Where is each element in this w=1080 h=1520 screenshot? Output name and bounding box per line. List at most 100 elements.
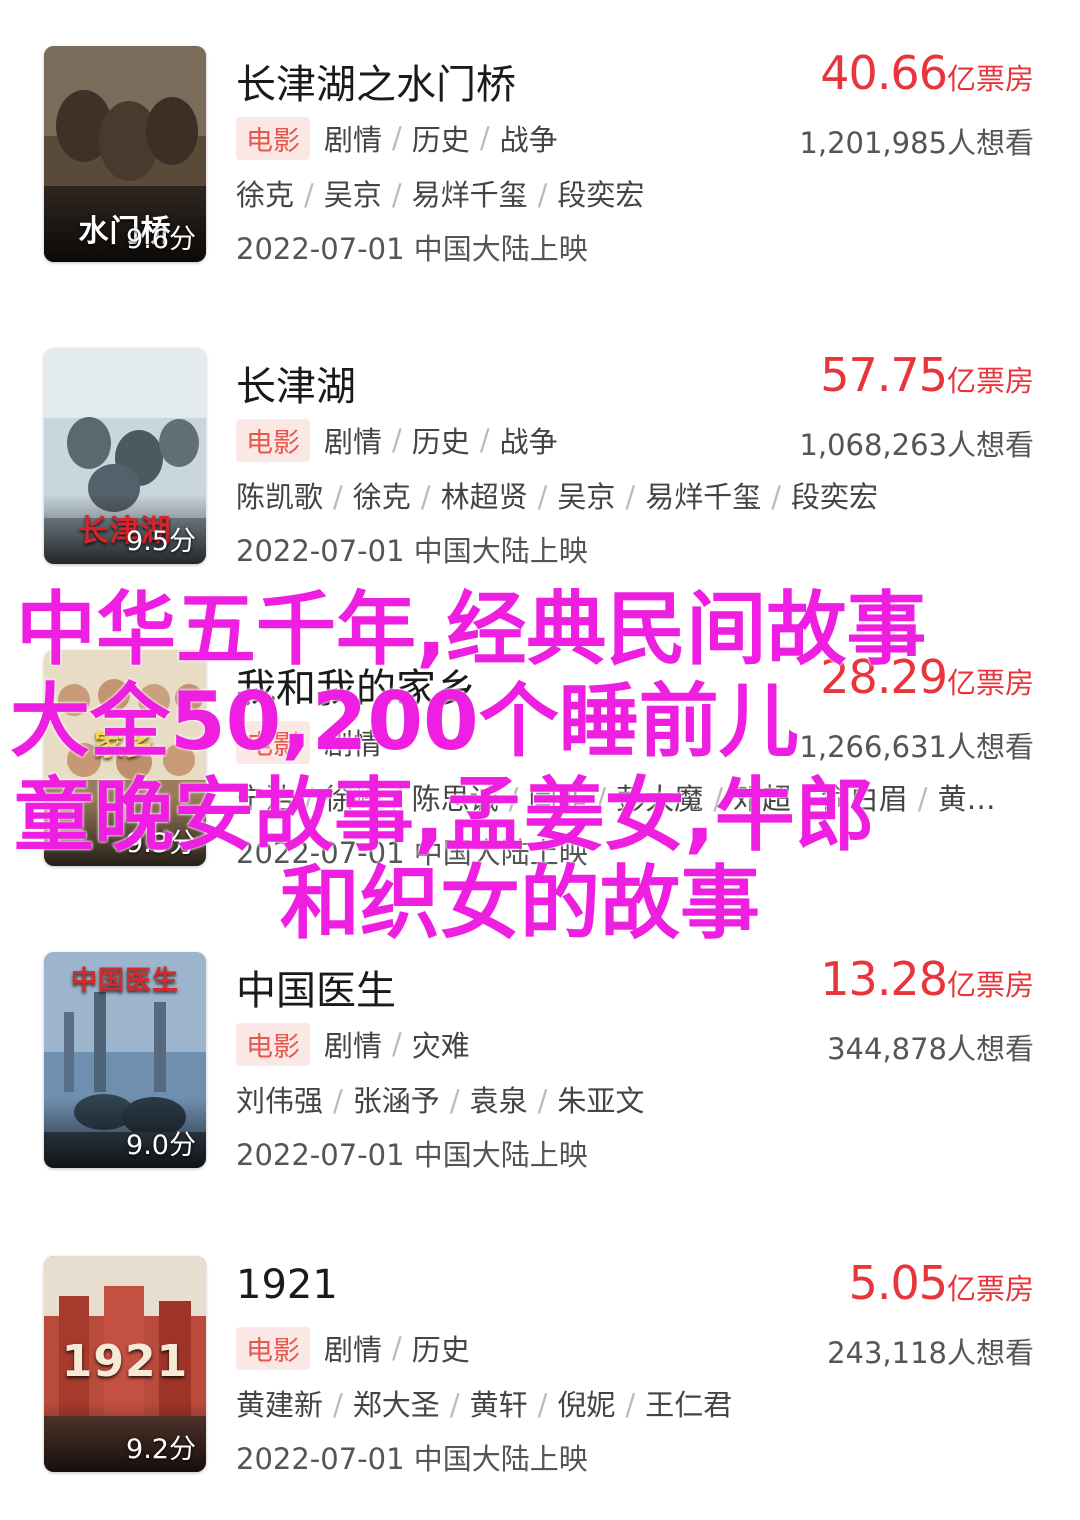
separator: /	[392, 423, 402, 457]
genre-line: 电影 剧情 / 历史 / 战争	[236, 116, 558, 160]
separator: /	[449, 1388, 460, 1422]
poster-title-text: 1921	[61, 1336, 189, 1387]
movie-poster[interactable]: 家乡 9.3分	[44, 650, 206, 866]
cast-member: 徐克	[352, 480, 411, 514]
movie-list: 水门桥 9.6分 长津湖之水门桥 40.66亿票房 电影 剧情 / 历史 / 战争 1,…	[0, 0, 1080, 1520]
cast-line: 宁浩 / 徐峥 / 陈思诚 / 闫非 / 彭大魔 / 邓超 / 俞白眉 / 黄…	[236, 776, 996, 818]
movie-title[interactable]: 我和我的家乡	[236, 656, 476, 714]
cast-member: 段奕宏	[557, 178, 645, 212]
cast-member: 刘伟强	[236, 1084, 324, 1118]
want-count: 1,201,985人想看	[799, 126, 1034, 160]
cast-member: 吴京	[557, 480, 616, 514]
separator: /	[333, 1388, 343, 1422]
movie-poster[interactable]: 长津湖 9.5分	[44, 348, 206, 564]
cast-member: 易烊千玺	[645, 480, 762, 514]
category-tag: 电影	[236, 720, 310, 764]
movie-poster[interactable]: 水门桥 9.6分	[44, 46, 206, 262]
genre: 灾难	[411, 1029, 470, 1063]
cast-member: 段奕宏	[790, 480, 878, 514]
genre: 剧情	[324, 727, 383, 761]
genre: 剧情	[324, 1029, 383, 1063]
boxoffice: 57.75亿票房	[820, 348, 1034, 402]
movie-card[interactable]: 水门桥 9.6分 长津湖之水门桥 40.66亿票房 电影 剧情 / 历史 / 战争 1,…	[0, 46, 1080, 276]
separator: /	[537, 480, 548, 514]
separator: /	[537, 1084, 548, 1118]
separator: /	[304, 782, 314, 816]
rating-score: 9.2分	[126, 1434, 196, 1465]
movie-title[interactable]: 长津湖之水门桥	[236, 52, 516, 110]
separator: /	[333, 1084, 343, 1118]
rating-score: 9.3分	[126, 828, 196, 859]
category-tag: 电影	[236, 1326, 310, 1370]
rating-score: 9.0分	[126, 1130, 196, 1161]
genre: 剧情	[324, 1333, 383, 1367]
genre-line: 电影 剧情 / 历史 / 战争	[236, 418, 558, 462]
separator: /	[508, 782, 519, 816]
cast-member: 吴京	[323, 178, 382, 212]
genre: 历史	[411, 123, 470, 157]
genre: 剧情	[324, 123, 383, 157]
want-count: 1,068,263人想看	[799, 428, 1034, 462]
cast-member: 陈凯歌	[236, 480, 324, 514]
cast-member: 张涵予	[352, 1084, 440, 1118]
boxoffice: 5.05亿票房	[849, 1256, 1034, 1310]
separator: /	[391, 782, 402, 816]
boxoffice: 40.66亿票房	[820, 46, 1034, 100]
want-count: 243,118人想看	[827, 1336, 1034, 1370]
cast-member: 林超贤	[440, 480, 528, 514]
separator: /	[333, 480, 343, 514]
boxoffice-value: 40.66	[820, 46, 948, 100]
cast-member: 郑大圣	[352, 1388, 440, 1422]
genre: 历史	[411, 425, 470, 459]
genre-line: 电影 剧情 / 历史	[236, 1326, 470, 1370]
movie-title[interactable]: 中国医生	[236, 958, 396, 1016]
cast-member: 王仁君	[645, 1388, 733, 1422]
cast-member: 徐克	[236, 178, 295, 212]
release-info: 2022-07-01 中国大陆上映	[236, 232, 588, 266]
movie-card[interactable]: 1921 9.2分 1921 5.05亿票房 电影 剧情 / 历史 243,118人…	[0, 1256, 1080, 1486]
separator: /	[537, 1388, 548, 1422]
want-count: 1,266,631人想看	[799, 730, 1034, 764]
cast-member: 邓超	[732, 782, 791, 816]
boxoffice: 28.29亿票房	[820, 650, 1034, 704]
cast-member: 黄轩	[469, 1388, 528, 1422]
movie-title[interactable]: 长津湖	[236, 354, 356, 412]
cast-member: 徐峥	[323, 782, 382, 816]
separator: /	[801, 782, 811, 816]
separator: /	[771, 480, 781, 514]
separator: /	[391, 178, 402, 212]
boxoffice: 13.28亿票房	[820, 952, 1034, 1006]
boxoffice-unit: 亿票房	[946, 968, 1034, 1002]
rating-score: 9.6分	[126, 224, 196, 255]
movie-title[interactable]: 1921	[236, 1262, 338, 1308]
separator: /	[392, 1027, 402, 1061]
separator: /	[449, 1084, 460, 1118]
cast-member: 袁泉	[469, 1084, 528, 1118]
movie-poster[interactable]: 1921 9.2分	[44, 1256, 206, 1472]
movie-card[interactable]: 中国医生 9.0分 中国医生 13.28亿票房 电影 剧情 / 灾难 344,878…	[0, 952, 1080, 1182]
movie-card[interactable]: 家乡 9.3分 我和我的家乡 28.29亿票房 电影 剧情 1,266,631人…	[0, 650, 1080, 880]
cast-member: 闫非	[528, 782, 587, 816]
genre: 剧情	[324, 425, 383, 459]
movie-card[interactable]: 长津湖 9.5分 长津湖 57.75亿票房 电影 剧情 / 历史 / 战争 1,068,…	[0, 348, 1080, 578]
boxoffice-value: 13.28	[820, 952, 948, 1006]
category-tag: 电影	[236, 116, 310, 160]
genre: 战争	[499, 425, 558, 459]
movie-poster[interactable]: 中国医生 9.0分	[44, 952, 206, 1168]
cast-line: 徐克 / 吴京 / 易烊千玺 / 段奕宏	[236, 172, 644, 214]
category-tag: 电影	[236, 1022, 310, 1066]
release-info: 2022-07-01 中国大陆上映	[236, 534, 588, 568]
cast-member: 彭大魔	[616, 782, 704, 816]
cast-line: 黄建新 / 郑大圣 / 黄轩 / 倪妮 / 王仁君	[236, 1382, 732, 1424]
separator: /	[537, 178, 548, 212]
boxoffice-value: 57.75	[820, 348, 948, 402]
separator: /	[596, 782, 607, 816]
separator: /	[304, 178, 314, 212]
separator: /	[917, 782, 928, 816]
cast-member: 倪妮	[557, 1388, 616, 1422]
boxoffice-value: 28.29	[820, 650, 948, 704]
genre-line: 电影 剧情 / 灾难	[236, 1022, 470, 1066]
genre-line: 电影 剧情	[236, 720, 383, 764]
cast-member: 陈思诚	[411, 782, 499, 816]
cast-member: 朱亚文	[557, 1084, 645, 1118]
